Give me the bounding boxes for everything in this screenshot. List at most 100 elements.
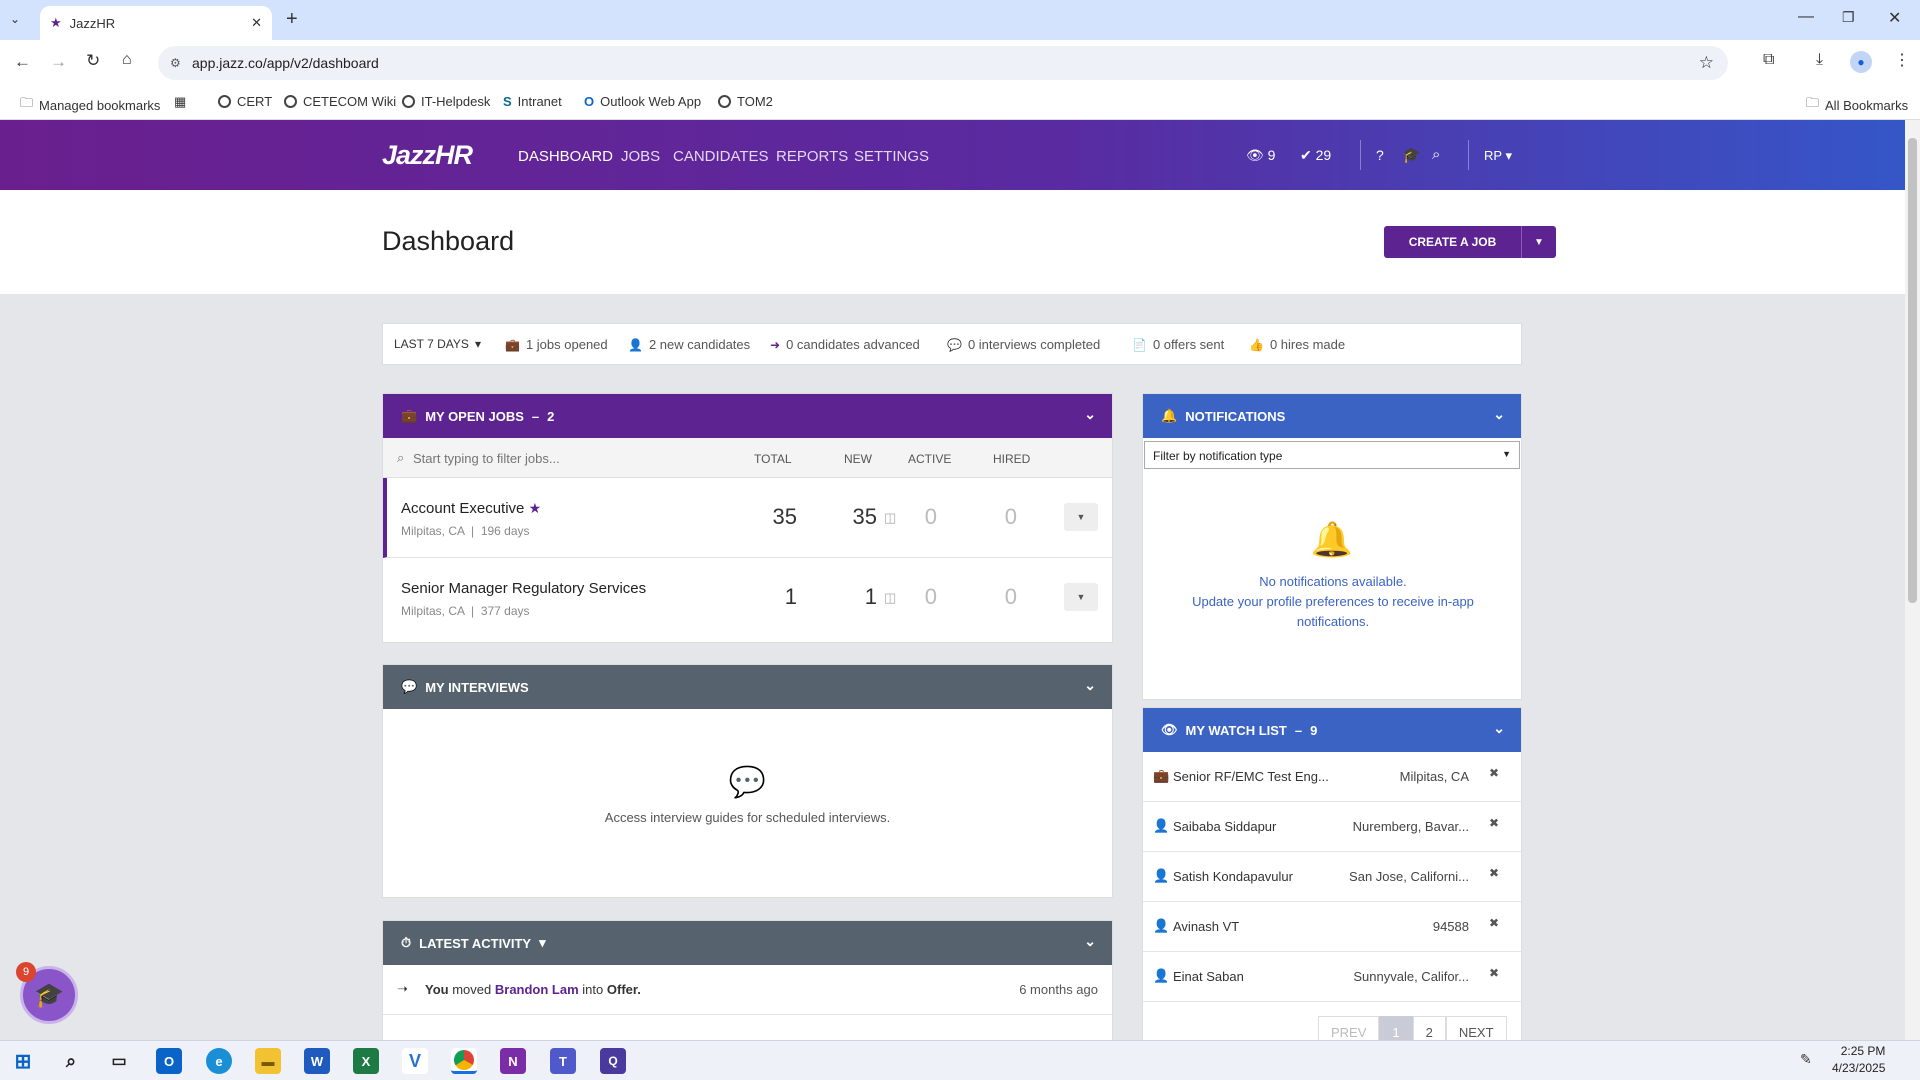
remove-icon[interactable]: ✖: [1489, 766, 1499, 780]
chrome-app-icon[interactable]: [451, 1048, 477, 1074]
watch-counter[interactable]: 👁 9: [1246, 147, 1275, 164]
new-tab-button[interactable]: +: [286, 8, 298, 31]
notifications-header[interactable]: 🔔 NOTIFICATIONS ⌄: [1143, 394, 1521, 438]
remove-icon[interactable]: ✖: [1489, 866, 1499, 880]
windows-start-icon[interactable]: ⊞: [10, 1048, 36, 1074]
vscode-app-icon[interactable]: V: [402, 1048, 428, 1074]
forward-icon[interactable]: →: [50, 52, 67, 72]
excel-app-icon[interactable]: X: [353, 1048, 379, 1074]
job-title-link[interactable]: Senior Manager Regulatory Services: [401, 580, 646, 597]
watch-name[interactable]: Avinash VT: [1173, 919, 1239, 934]
chevron-down-icon[interactable]: ⌄: [1084, 406, 1096, 423]
chevron-down-icon[interactable]: ⌄: [1084, 933, 1096, 950]
help-icon[interactable]: ?: [1376, 147, 1384, 163]
interviews-header[interactable]: 💬 MY INTERVIEWS ⌄: [383, 665, 1112, 709]
site-info-icon[interactable]: ⚙: [170, 56, 181, 70]
remove-icon[interactable]: ✖: [1489, 816, 1499, 830]
jazzhr-logo[interactable]: JazzHR: [382, 140, 473, 171]
edge-app-icon[interactable]: e: [206, 1048, 232, 1074]
file-explorer-icon[interactable]: ▬: [255, 1048, 281, 1074]
remove-icon[interactable]: ✖: [1489, 966, 1499, 980]
pen-icon[interactable]: ✎: [1800, 1051, 1812, 1068]
stat-candidates-advanced[interactable]: ➜ 0 candidates advanced: [770, 337, 920, 352]
job-active[interactable]: 0: [907, 584, 937, 610]
create-job-dropdown-button[interactable]: ▼: [1522, 226, 1556, 258]
close-tab-icon[interactable]: ✕: [251, 15, 262, 31]
watchlist-row[interactable]: 💼 Senior RF/EMC Test Eng... Milpitas, CA…: [1143, 752, 1521, 802]
home-icon[interactable]: ⌂: [122, 51, 132, 69]
apps-grid-icon[interactable]: ▦: [174, 94, 186, 110]
word-app-icon[interactable]: W: [304, 1048, 330, 1074]
col-active[interactable]: ACTIVE: [908, 452, 951, 466]
stat-interviews-completed[interactable]: 💬 0 interviews completed: [947, 337, 1100, 352]
page-scrollbar[interactable]: [1905, 120, 1920, 1040]
nav-settings[interactable]: SETTINGS: [854, 148, 929, 165]
filter-jobs-input[interactable]: [413, 446, 713, 470]
star-icon[interactable]: ★: [529, 500, 542, 516]
create-job-button[interactable]: CREATE A JOB: [1384, 226, 1522, 258]
job-title-link[interactable]: Account Executive ★: [401, 500, 541, 517]
tasks-counter[interactable]: ✔ 29: [1300, 147, 1331, 164]
watch-name[interactable]: Einat Saban: [1173, 969, 1244, 984]
stat-new-candidates[interactable]: 👤 2 new candidates: [628, 337, 750, 352]
job-actions-dropdown[interactable]: ▼: [1064, 583, 1098, 611]
minimize-button[interactable]: —: [1798, 8, 1814, 26]
job-new[interactable]: 1: [827, 584, 877, 610]
user-menu[interactable]: RP ▾: [1484, 148, 1512, 164]
task-view-icon[interactable]: ▭: [106, 1048, 132, 1074]
col-new[interactable]: NEW: [844, 452, 872, 466]
period-dropdown[interactable]: LAST 7 DAYS ▾: [394, 337, 481, 351]
bookmark-star-icon[interactable]: ☆: [1699, 53, 1714, 73]
teams-app-icon[interactable]: T: [550, 1048, 576, 1074]
all-bookmarks[interactable]: 🗀 All Bookmarks: [1806, 94, 1908, 116]
job-active[interactable]: 0: [907, 504, 937, 530]
close-window-button[interactable]: ✕: [1888, 8, 1901, 28]
job-hired[interactable]: 0: [987, 504, 1017, 530]
stat-hires-made[interactable]: 👍 0 hires made: [1249, 337, 1345, 352]
col-total[interactable]: TOTAL: [754, 452, 792, 466]
bookmark-intranet[interactable]: S Intranet: [503, 94, 562, 109]
watch-name[interactable]: Saibaba Siddapur: [1173, 819, 1276, 834]
job-hired[interactable]: 0: [987, 584, 1017, 610]
job-total[interactable]: 35: [747, 504, 797, 530]
bookmark-it-helpdesk[interactable]: IT-Helpdesk: [402, 94, 490, 109]
bookmark-cert[interactable]: CERT: [218, 94, 272, 109]
extensions-icon[interactable]: ⧉: [1763, 51, 1774, 69]
job-row[interactable]: Account Executive ★ Milpitas, CA | 196 d…: [383, 478, 1112, 558]
notification-filter-select[interactable]: Filter by notification type ▼: [1144, 441, 1520, 469]
back-icon[interactable]: ←: [14, 52, 31, 72]
address-bar[interactable]: ⚙ app.jazz.co/app/v2/dashboard ☆: [158, 46, 1728, 80]
search-icon[interactable]: ⌕: [58, 1048, 84, 1074]
job-actions-dropdown[interactable]: ▼: [1064, 503, 1098, 531]
watchlist-header[interactable]: 👁 MY WATCH LIST – 9 ⌄: [1143, 708, 1521, 752]
watch-name[interactable]: Satish Kondapavulur: [1173, 869, 1293, 884]
restore-button[interactable]: ❐: [1842, 9, 1855, 26]
onenote-app-icon[interactable]: N: [500, 1048, 526, 1074]
job-new[interactable]: 35: [827, 504, 877, 530]
download-icon[interactable]: ⤓: [1816, 51, 1823, 69]
menu-dots-icon[interactable]: ⋮: [1894, 50, 1910, 70]
stat-jobs-opened[interactable]: 💼 1 jobs opened: [505, 337, 608, 352]
watchlist-row[interactable]: 👤 Satish Kondapavulur San Jose, Californ…: [1143, 852, 1521, 902]
remove-icon[interactable]: ✖: [1489, 916, 1499, 930]
empty-line[interactable]: Update your profile preferences to recei…: [1163, 592, 1503, 632]
nav-reports[interactable]: REPORTS: [776, 148, 848, 165]
stat-offers-sent[interactable]: 📄 0 offers sent: [1132, 337, 1224, 352]
chevron-down-icon[interactable]: ⌄: [1084, 677, 1096, 694]
outlook-app-icon[interactable]: O: [156, 1048, 182, 1074]
caret-down-icon[interactable]: ▾: [539, 935, 546, 951]
nav-candidates[interactable]: CANDIDATES: [673, 148, 769, 165]
watchlist-row[interactable]: 👤 Saibaba Siddapur Nuremberg, Bavar... ✖: [1143, 802, 1521, 852]
search-icon[interactable]: ⌕: [1432, 146, 1440, 163]
job-total[interactable]: 1: [747, 584, 797, 610]
bookmark-managed[interactable]: 🗀 Managed bookmarks: [20, 94, 160, 116]
nav-jobs[interactable]: JOBS: [621, 148, 660, 165]
bookmark-tom2[interactable]: TOM2: [718, 94, 773, 109]
system-clock[interactable]: 2:25 PM 4/23/2025: [1832, 1043, 1885, 1077]
scrollbar-thumb[interactable]: [1908, 138, 1917, 603]
col-hired[interactable]: HIRED: [993, 452, 1030, 466]
app-icon[interactable]: Q: [600, 1048, 626, 1074]
activity-header[interactable]: ⏱ LATEST ACTIVITY ▾ ⌄: [383, 921, 1112, 965]
bookmark-outlook[interactable]: O Outlook Web App: [584, 94, 701, 109]
chevron-down-icon[interactable]: ⌄: [1493, 720, 1505, 737]
